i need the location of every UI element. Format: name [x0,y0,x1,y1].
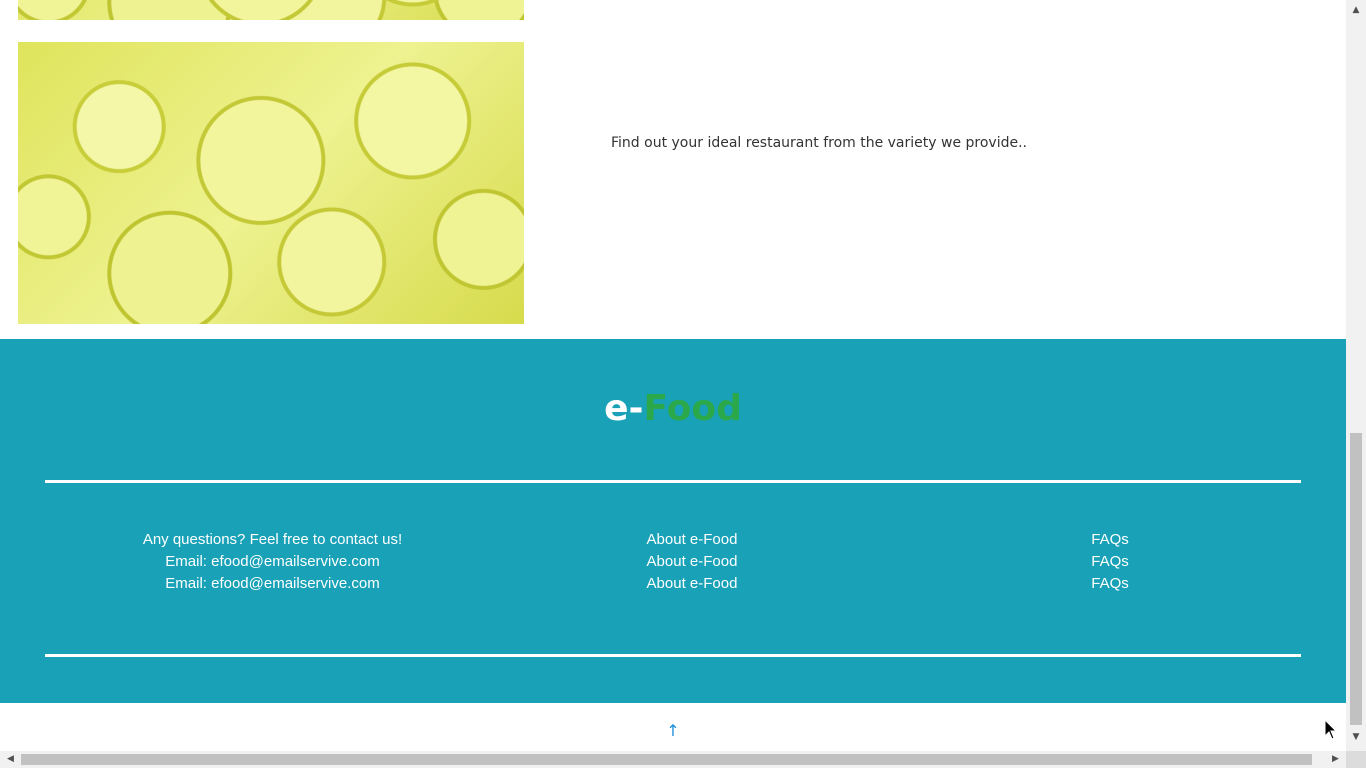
scroll-up-arrow-icon[interactable]: ▲ [1346,2,1366,19]
footer-brand-logo: e-Food [0,387,1346,431]
scroll-left-arrow-icon[interactable]: ◀ [2,751,19,768]
about-link[interactable]: About e-Food [592,529,792,551]
footer-about-column: About e-Food About e-Food About e-Food [592,529,792,595]
footer-faq-column: FAQs FAQs FAQs [1050,529,1170,595]
arrow-up-icon: ↑ [666,721,680,740]
vertical-scroll-thumb[interactable] [1350,433,1362,725]
about-link[interactable]: About e-Food [592,573,792,595]
brand-suffix: Food [643,388,742,429]
brand-prefix: e- [604,388,644,429]
footer-contact-column: Any questions? Feel free to contact us! … [100,529,445,595]
contact-heading: Any questions? Feel free to contact us! [142,531,403,548]
scrollbar-corner [1346,751,1366,768]
faq-link[interactable]: FAQs [1050,573,1170,595]
scroll-down-arrow-icon[interactable]: ▼ [1346,729,1366,746]
site-footer: e-Food Any questions? Feel free to conta… [0,339,1346,703]
lemon-slices-image [18,0,524,20]
contact-email: Email: efood@emailservive.com [165,553,380,570]
horizontal-scroll-thumb[interactable] [21,754,1312,765]
back-to-top-button[interactable]: ↑ [664,720,682,742]
page-viewport: Find out your ideal restaurant from the … [0,0,1346,751]
faq-link[interactable]: FAQs [1050,551,1170,573]
mouse-cursor-icon [1324,719,1338,740]
footer-divider [45,480,1301,483]
lemon-slices-image [18,42,524,324]
contact-email: Email: efood@emailservive.com [165,575,380,592]
horizontal-scrollbar[interactable]: ◀ ▶ [0,751,1346,768]
footer-divider [45,654,1301,657]
vertical-scrollbar[interactable]: ▲ ▼ [1346,0,1366,751]
about-link[interactable]: About e-Food [592,551,792,573]
promo-text: Find out your ideal restaurant from the … [611,135,1027,151]
faq-link[interactable]: FAQs [1050,529,1170,551]
scroll-right-arrow-icon[interactable]: ▶ [1327,751,1344,768]
